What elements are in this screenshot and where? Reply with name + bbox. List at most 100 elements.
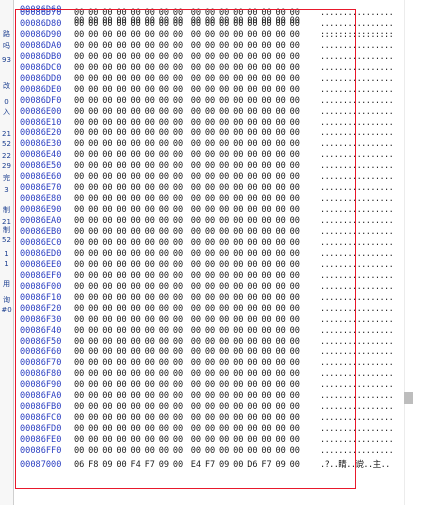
left-strip-fragment: 制 <box>3 226 10 234</box>
hex-editor-view[interactable]: 00086D60 00 00 00 00 00 00 00 00 00 00 0… <box>14 0 412 505</box>
row-ascii-text[interactable]: ................ <box>320 118 394 129</box>
scrollbar-thumb[interactable] <box>404 392 413 404</box>
row-ascii-text[interactable]: ................ <box>320 435 394 446</box>
row-ascii-text[interactable]: ................ <box>320 107 394 118</box>
row-ascii-text[interactable]: .?..睛..谠..主.. <box>320 460 390 471</box>
row-ascii-text[interactable]: ................ <box>320 227 394 238</box>
row-ascii-text[interactable]: ................ <box>320 249 394 260</box>
row-hex-bytes[interactable]: 00 00 00 00 00 00 00 00 00 00 00 00 00 0… <box>74 249 300 260</box>
row-ascii-text[interactable]: ................ <box>320 271 394 282</box>
row-address: 00086EF0 <box>20 270 62 281</box>
row-address: 00086DB0 <box>20 51 62 62</box>
row-hex-bytes[interactable]: 00 00 00 00 00 00 00 00 00 00 00 00 00 0… <box>74 260 300 271</box>
row-hex-bytes[interactable]: 00 00 00 00 00 00 00 00 00 00 00 00 00 0… <box>74 424 300 435</box>
row-hex-bytes[interactable]: 00 00 00 00 00 00 00 00 00 00 00 00 00 0… <box>74 172 300 183</box>
row-hex-bytes[interactable]: 00 00 00 00 00 00 00 00 00 00 00 00 00 0… <box>74 304 300 315</box>
row-hex-bytes[interactable]: 00 00 00 00 00 00 00 00 00 00 00 00 00 0… <box>74 205 300 216</box>
row-hex-bytes[interactable]: 00 00 00 00 00 00 00 00 00 00 00 00 00 0… <box>74 63 300 74</box>
left-strip-fragment: 完 <box>3 174 10 182</box>
row-ascii-text[interactable]: ................ <box>320 172 394 183</box>
row-hex-bytes[interactable]: 00 00 00 00 00 00 00 00 00 00 00 00 00 0… <box>74 30 300 41</box>
row-ascii-text[interactable]: ................ <box>320 216 394 227</box>
row-ascii-text[interactable]: ................ <box>320 380 394 391</box>
left-side-panel-strip: 路吗 93 改 0 入 21 52 22 29 完 3 制 21 制 52 1 1 用询 #0 <box>0 0 14 505</box>
row-hex-bytes[interactable]: 00 00 00 00 00 00 00 00 00 00 00 00 00 0… <box>74 227 300 238</box>
row-hex-bytes[interactable]: 00 00 00 00 00 00 00 00 00 00 00 00 00 0… <box>74 118 300 129</box>
row-hex-bytes[interactable]: 00 00 00 00 00 00 00 00 00 00 00 00 00 0… <box>74 391 300 402</box>
row-ascii-text[interactable]: ................ <box>320 194 394 205</box>
row-ascii-text[interactable]: ................ <box>320 424 394 435</box>
row-ascii-text[interactable]: ................ <box>320 96 394 107</box>
row-ascii-text[interactable]: ................ <box>320 183 394 194</box>
row-hex-bytes[interactable]: 00 00 00 00 00 00 00 00 00 00 00 00 00 0… <box>74 183 300 194</box>
row-hex-bytes[interactable]: 00 00 00 00 00 00 00 00 00 00 00 00 00 0… <box>74 139 300 150</box>
row-hex-bytes[interactable]: 06 F8 09 00 F4 F7 09 00 E4 F7 09 00 D6 F… <box>74 460 300 471</box>
row-ascii-text[interactable]: ................ <box>320 8 394 19</box>
row-hex-bytes[interactable]: 00 00 00 00 00 00 00 00 00 00 00 00 00 0… <box>74 216 300 227</box>
row-hex-bytes[interactable]: 00 00 00 00 00 00 00 00 00 00 00 00 00 0… <box>74 358 300 369</box>
row-hex-bytes[interactable]: 00 00 00 00 00 00 00 00 00 00 00 00 00 0… <box>74 194 300 205</box>
row-address: 00086F90 <box>20 380 62 391</box>
row-ascii-text[interactable]: ................ <box>320 19 394 30</box>
row-hex-bytes[interactable]: 00 00 00 00 00 00 00 00 00 00 00 00 00 0… <box>74 8 300 19</box>
row-ascii-text[interactable]: ................ <box>320 402 394 413</box>
row-hex-bytes[interactable]: 00 00 00 00 00 00 00 00 00 00 00 00 00 0… <box>74 238 300 249</box>
row-address: 00086F70 <box>20 358 62 369</box>
row-ascii-text[interactable]: ................ <box>320 260 394 271</box>
hex-row-partial[interactable]: 00086D60 00 00 00 00 00 00 00 00 00 00 0… <box>14 0 394 37</box>
row-hex-bytes[interactable]: 00 00 00 00 00 00 00 00 00 00 00 00 00 0… <box>74 19 300 30</box>
row-hex-bytes[interactable]: 00 00 00 00 00 00 00 00 00 00 00 00 00 0… <box>74 282 300 293</box>
row-hex-bytes[interactable]: 00 00 00 00 00 00 00 00 00 00 00 00 00 0… <box>74 85 300 96</box>
row-hex-bytes[interactable]: 00 00 00 00 00 00 00 00 00 00 00 00 00 0… <box>74 150 300 161</box>
row-ascii-text[interactable]: ................ <box>320 326 394 337</box>
row-ascii-text[interactable]: ................ <box>320 446 394 457</box>
row-address: 00086FF0 <box>20 446 62 456</box>
row-ascii-text[interactable]: ................ <box>320 128 394 139</box>
row-ascii-text[interactable]: ................ <box>320 304 394 315</box>
row-ascii-text[interactable]: ................ <box>320 293 394 304</box>
left-strip-fragment: 1 <box>4 260 9 268</box>
row-ascii-text[interactable]: ................ <box>320 52 394 63</box>
row-hex-bytes[interactable]: 00 00 00 00 00 00 00 00 00 00 00 00 00 0… <box>74 347 300 358</box>
row-ascii-text[interactable]: ................ <box>320 74 394 85</box>
row-ascii-text[interactable]: ................ <box>320 161 394 172</box>
row-address: 00086F50 <box>20 336 62 347</box>
row-hex-bytes[interactable]: 00 00 00 00 00 00 00 00 00 00 00 00 00 0… <box>74 315 300 326</box>
row-hex-bytes[interactable]: 00 00 00 00 00 00 00 00 00 00 00 00 00 0… <box>74 128 300 139</box>
row-hex-bytes[interactable]: 00 00 00 00 00 00 00 00 00 00 00 00 00 0… <box>74 96 300 107</box>
row-ascii-text[interactable]: ................ <box>320 315 394 326</box>
row-hex-bytes[interactable]: 00 00 00 00 00 00 00 00 00 00 00 00 00 0… <box>74 413 300 424</box>
row-hex-bytes[interactable]: 00 00 00 00 00 00 00 00 00 00 00 00 00 0… <box>74 337 300 348</box>
row-hex-bytes[interactable]: 00 00 00 00 00 00 00 00 00 00 00 00 00 0… <box>74 380 300 391</box>
row-ascii-text[interactable]: ................ <box>320 337 394 348</box>
row-hex-bytes[interactable]: 00 00 00 00 00 00 00 00 00 00 00 00 00 0… <box>74 326 300 337</box>
row-hex-bytes[interactable]: 00 00 00 00 00 00 00 00 00 00 00 00 00 0… <box>74 161 300 172</box>
row-ascii-text[interactable]: ................ <box>320 41 394 52</box>
row-hex-bytes[interactable]: 00 00 00 00 00 00 00 00 00 00 00 00 00 0… <box>74 402 300 413</box>
row-hex-bytes[interactable]: 00 00 00 00 00 00 00 00 00 00 00 00 00 0… <box>74 52 300 63</box>
row-hex-bytes[interactable]: 00 00 00 00 00 00 00 00 00 00 00 00 00 0… <box>74 369 300 380</box>
row-ascii-text[interactable]: ................ <box>320 150 394 161</box>
row-ascii-text[interactable]: ................ <box>320 85 394 96</box>
row-hex-bytes[interactable]: 00 00 00 00 00 00 00 00 00 00 00 00 00 0… <box>74 435 300 446</box>
row-ascii-text[interactable]: ................ <box>320 282 394 293</box>
row-hex-bytes[interactable]: 00 00 00 00 00 00 00 00 00 00 00 00 00 0… <box>74 41 300 52</box>
row-hex-bytes[interactable]: 00 00 00 00 00 00 00 00 00 00 00 00 00 0… <box>74 271 300 282</box>
row-ascii-text[interactable]: ................ <box>320 413 394 424</box>
row-hex-bytes[interactable]: 00 00 00 00 00 00 00 00 00 00 00 00 00 0… <box>74 293 300 304</box>
row-ascii-text[interactable]: ................ <box>320 30 394 41</box>
row-hex-bytes[interactable]: 00 00 00 00 00 00 00 00 00 00 00 00 00 0… <box>74 74 300 85</box>
row-ascii-text[interactable]: ................ <box>320 391 394 402</box>
row-ascii-text[interactable]: ................ <box>320 63 394 74</box>
row-ascii-text[interactable]: ................ <box>320 347 394 358</box>
row-ascii-text[interactable]: ................ <box>320 369 394 380</box>
row-ascii-text[interactable]: ................ <box>320 238 394 249</box>
row-ascii-text[interactable]: ................ <box>320 139 394 150</box>
row-ascii-text[interactable]: ................ <box>320 205 394 216</box>
row-address: 00086E30 <box>20 139 62 150</box>
row-hex-bytes[interactable]: 00 00 00 00 00 00 00 00 00 00 00 00 00 0… <box>74 446 300 457</box>
row-hex-bytes[interactable]: 00 00 00 00 00 00 00 00 00 00 00 00 00 0… <box>74 107 300 118</box>
left-strip-fragment: 吗 <box>3 42 10 50</box>
row-address: 00086E50 <box>20 161 62 172</box>
row-ascii-text[interactable]: ................ <box>320 358 394 369</box>
